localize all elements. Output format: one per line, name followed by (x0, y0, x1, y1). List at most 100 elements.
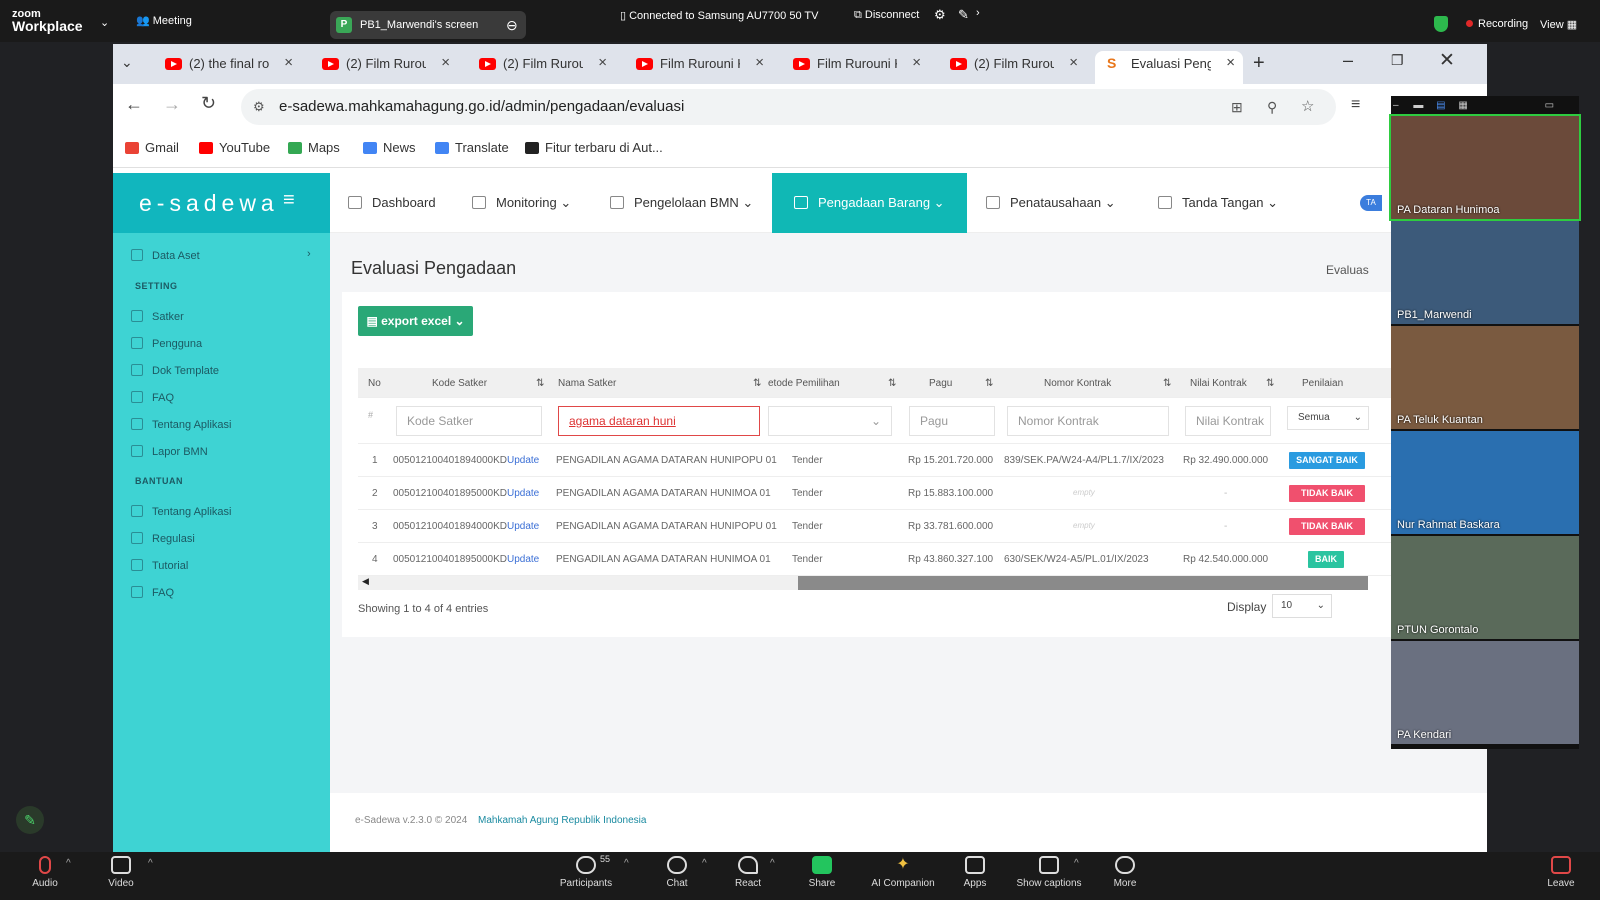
chevron-up-icon[interactable]: ^ (770, 858, 775, 869)
popout-icon[interactable]: ▭ (1545, 100, 1554, 111)
hamburger-icon[interactable]: ≡ (283, 189, 295, 212)
video-tile[interactable]: Nur Rahmat Baskara (1391, 431, 1579, 534)
horizontal-scrollbar[interactable]: ◀ (358, 576, 1368, 590)
pin-icon[interactable]: ✎ (958, 7, 969, 23)
filter-metode-select[interactable]: ⌄ (768, 406, 892, 436)
update-link[interactable]: Update (507, 488, 539, 499)
chevron-up-icon[interactable]: ^ (1074, 858, 1079, 869)
update-link[interactable]: Update (507, 554, 539, 565)
update-link[interactable]: Update (507, 455, 539, 466)
site-info-icon[interactable]: ⚙ (253, 89, 265, 125)
filter-pagu-input[interactable]: Pagu (909, 406, 995, 436)
penilaian-badge[interactable]: TIDAK BAIK (1289, 518, 1365, 535)
filter-nama-satker-input[interactable]: agama dataran huni (558, 406, 760, 436)
gallery-view-icon[interactable]: ▦ (1458, 100, 1467, 111)
video-tile[interactable]: PA Dataran Hunimoa (1389, 114, 1581, 221)
menu-icon[interactable]: ≡ (1351, 96, 1360, 114)
screen-share-pill[interactable]: P PB1_Marwendi's screen ⊖ (330, 11, 526, 39)
sidebar-item-regulasi[interactable]: Regulasi (131, 532, 195, 545)
table-row[interactable]: 3 005012100401894000KD Update PENGADILAN AG… (358, 510, 1487, 543)
app-logo[interactable]: e-sadewa (139, 190, 279, 217)
chevron-down-icon[interactable]: ⌄ (100, 16, 109, 29)
video-tile[interactable]: PA Kendari (1391, 641, 1579, 744)
nav-monitoring[interactable]: Monitoring ⌄ (472, 173, 571, 233)
video-tile[interactable]: PB1_Marwendi (1391, 221, 1579, 324)
back-icon[interactable]: ← (125, 94, 143, 115)
footer-link[interactable]: Mahkamah Agung Republik Indonesia (478, 815, 646, 826)
tab-1[interactable]: (2) the final ro × (153, 51, 301, 84)
close-icon[interactable]: × (1226, 54, 1235, 71)
sort-icon[interactable]: ⇅ (985, 378, 993, 389)
scrollbar-thumb[interactable] (798, 576, 1368, 590)
chevron-up-icon[interactable]: ^ (624, 858, 629, 869)
video-tile[interactable]: PTUN Gorontalo (1391, 536, 1579, 639)
meeting-button[interactable]: 👥 Meeting (136, 14, 192, 27)
tab-5[interactable]: Film Rurouni K × (781, 51, 929, 84)
leave-button[interactable]: Leave (1546, 856, 1576, 889)
chevron-up-icon[interactable]: ^ (148, 858, 153, 869)
more-options-icon[interactable]: ⊖ (506, 17, 518, 34)
star-icon[interactable]: ☆ (1301, 89, 1314, 125)
recording-indicator[interactable]: Recording (1466, 18, 1528, 30)
disconnect-button[interactable]: ⧉ Disconnect (854, 9, 919, 22)
close-icon[interactable]: × (598, 54, 607, 71)
captions-button[interactable]: Show captions (1016, 856, 1082, 889)
url-bar[interactable]: ⚙ e-sadewa.mahkamahagung.go.id/admin/pen… (241, 89, 1336, 125)
filter-nilai-kontrak-input[interactable]: Nilai Kontrak (1185, 406, 1271, 436)
restore-icon[interactable]: ❐ (1391, 52, 1404, 69)
video-button[interactable]: Video (104, 856, 138, 889)
reload-icon[interactable]: ↻ (201, 93, 216, 114)
strip-view-icon[interactable]: ▬ (1413, 100, 1423, 111)
sort-icon[interactable]: ⇅ (888, 378, 896, 389)
gear-icon[interactable]: ⚙ (934, 7, 946, 23)
view-button[interactable]: View ▦ (1540, 18, 1577, 31)
filter-nomor-kontrak-input[interactable]: Nomor Kontrak (1007, 406, 1169, 436)
header-metode[interactable]: etode Pemilihan (768, 378, 840, 389)
sort-icon[interactable]: ⇅ (536, 378, 544, 389)
close-icon[interactable]: × (284, 54, 293, 71)
close-icon[interactable]: × (1069, 54, 1078, 71)
header-nilai-kontrak[interactable]: Nilai Kontrak (1190, 378, 1247, 389)
audio-button[interactable]: Audio (28, 856, 62, 889)
chevron-up-icon[interactable]: ^ (66, 858, 71, 869)
sidebar-item-tentang[interactable]: Tentang Aplikasi (131, 418, 232, 431)
header-no[interactable]: No (368, 378, 381, 389)
translate-icon[interactable]: ⊞ (1231, 89, 1243, 125)
header-penilaian[interactable]: Penilaian (1302, 378, 1343, 389)
bookmark-gmail[interactable]: Gmail (125, 140, 179, 155)
filter-penilaian-select[interactable]: Semua ⌄ (1287, 406, 1369, 430)
sidebar-item-tutorial[interactable]: Tutorial (131, 559, 188, 572)
user-avatar[interactable]: TA (1360, 195, 1382, 211)
sidebar-item-tentang-2[interactable]: Tentang Aplikasi (131, 505, 232, 518)
bookmark-news[interactable]: News (363, 140, 416, 155)
window-close-icon[interactable]: ✕ (1439, 49, 1455, 72)
sort-icon[interactable]: ⇅ (1163, 378, 1171, 389)
bookmark-youtube[interactable]: YouTube (199, 140, 270, 155)
apps-button[interactable]: Apps (960, 856, 990, 889)
sidebar-item-faq-2[interactable]: FAQ (131, 586, 174, 599)
chat-button[interactable]: Chat (662, 856, 692, 889)
speaker-view-icon[interactable]: ▤ (1436, 100, 1445, 111)
ai-companion-button[interactable]: ✦ AI Companion (870, 856, 936, 889)
tab-6[interactable]: (2) Film Rurou × (938, 51, 1086, 84)
sidebar-item-satker[interactable]: Satker (131, 310, 184, 323)
tab-3[interactable]: (2) Film Rurou × (467, 51, 615, 84)
minimize-panel-icon[interactable]: – (1393, 100, 1399, 111)
zoom-icon[interactable]: ⚲ (1267, 89, 1277, 125)
sort-icon[interactable]: ⇅ (1266, 378, 1274, 389)
sidebar-item-lapor-bmn[interactable]: Lapor BMN (131, 445, 208, 458)
sidebar-item-faq[interactable]: FAQ (131, 391, 174, 404)
filter-kode-satker-input[interactable]: Kode Satker (396, 406, 542, 436)
share-button[interactable]: Share (806, 856, 838, 889)
penilaian-badge[interactable]: TIDAK BAIK (1289, 485, 1365, 502)
sidebar-item-data-aset[interactable]: Data Aset › (131, 248, 311, 262)
forward-icon[interactable]: → (163, 94, 181, 115)
export-excel-button[interactable]: ▤ export excel ⌄ (358, 306, 473, 336)
sidebar-item-dok-template[interactable]: Dok Template (131, 364, 219, 377)
bookmark-maps[interactable]: Maps (288, 140, 340, 155)
scroll-left-icon[interactable]: ◀ (362, 576, 369, 587)
update-link[interactable]: Update (507, 521, 539, 532)
bookmark-fitur[interactable]: Fitur terbaru di Aut... (525, 140, 663, 155)
sidebar-item-pengguna[interactable]: Pengguna (131, 337, 202, 350)
tab-4[interactable]: Film Rurouni K × (624, 51, 772, 84)
